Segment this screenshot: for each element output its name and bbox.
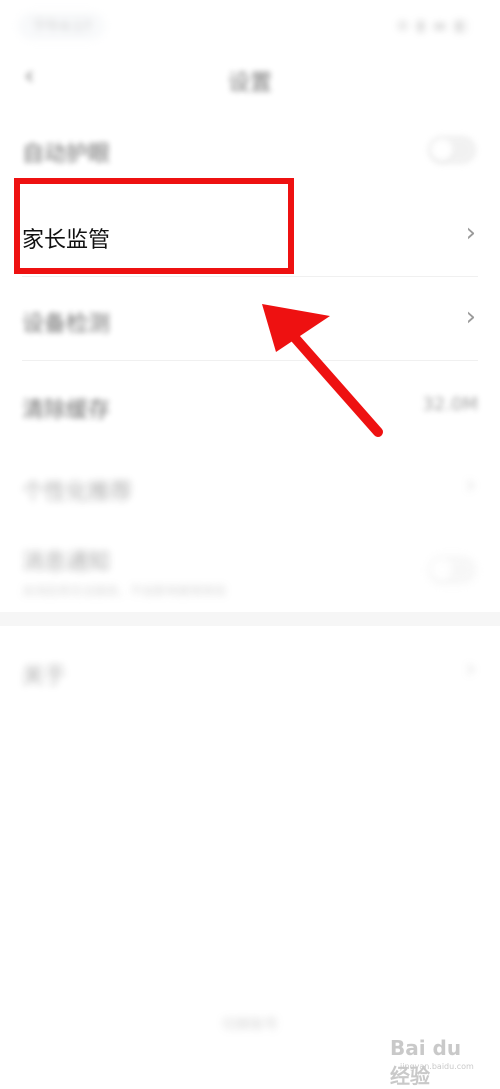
status-time: 下午4:17 bbox=[18, 12, 106, 40]
settings-row-device-check[interactable]: 设备检测 › bbox=[0, 276, 500, 360]
annotation-highlight-box bbox=[14, 178, 294, 274]
chevron-right-icon: › bbox=[465, 302, 476, 332]
header: ‹ 设置 bbox=[0, 55, 500, 105]
page-title: 设置 bbox=[227, 71, 272, 96]
settings-row-notifications[interactable]: 消息通知 关闭后将无法接收，不会影响使用体验 bbox=[0, 530, 500, 610]
row-label: 自动护眼 bbox=[22, 142, 111, 167]
chevron-right-icon: › bbox=[465, 470, 476, 500]
baidu-watermark: Bai du 经验 jingyan.baidu.com bbox=[390, 1030, 480, 1088]
device-check-label: 设备检测 bbox=[22, 312, 111, 337]
chevron-right-icon: › bbox=[465, 218, 476, 248]
row-label: 消息通知 bbox=[22, 550, 111, 575]
row-label: 个性化推荐 bbox=[22, 480, 133, 505]
status-bar: 下午4:17 ⊕ ▮ ▬ ◧ bbox=[0, 0, 500, 55]
status-icons: ⊕ ▮ ▬ ◧ bbox=[396, 18, 470, 34]
eye-care-toggle[interactable] bbox=[428, 136, 476, 164]
row-sublabel: 关闭后将无法接收，不会影响使用体验 bbox=[22, 584, 227, 598]
watermark-url: jingyan.baidu.com bbox=[400, 1062, 474, 1071]
settings-row-about[interactable]: 关于 › bbox=[0, 640, 500, 704]
cache-size-value: 32.0M bbox=[422, 394, 478, 415]
settings-row-clear-cache[interactable]: 清除缓存 32.0M bbox=[0, 360, 500, 444]
chevron-right-icon: › bbox=[465, 654, 476, 684]
section-gap bbox=[0, 612, 500, 626]
settings-row-eye-care[interactable]: 自动护眼 bbox=[0, 120, 500, 180]
notifications-toggle[interactable] bbox=[428, 556, 476, 584]
row-label: 关于 bbox=[22, 664, 67, 689]
settings-row-recommendation[interactable]: 个性化推荐 › bbox=[0, 456, 500, 520]
clear-cache-label: 清除缓存 bbox=[22, 398, 111, 423]
